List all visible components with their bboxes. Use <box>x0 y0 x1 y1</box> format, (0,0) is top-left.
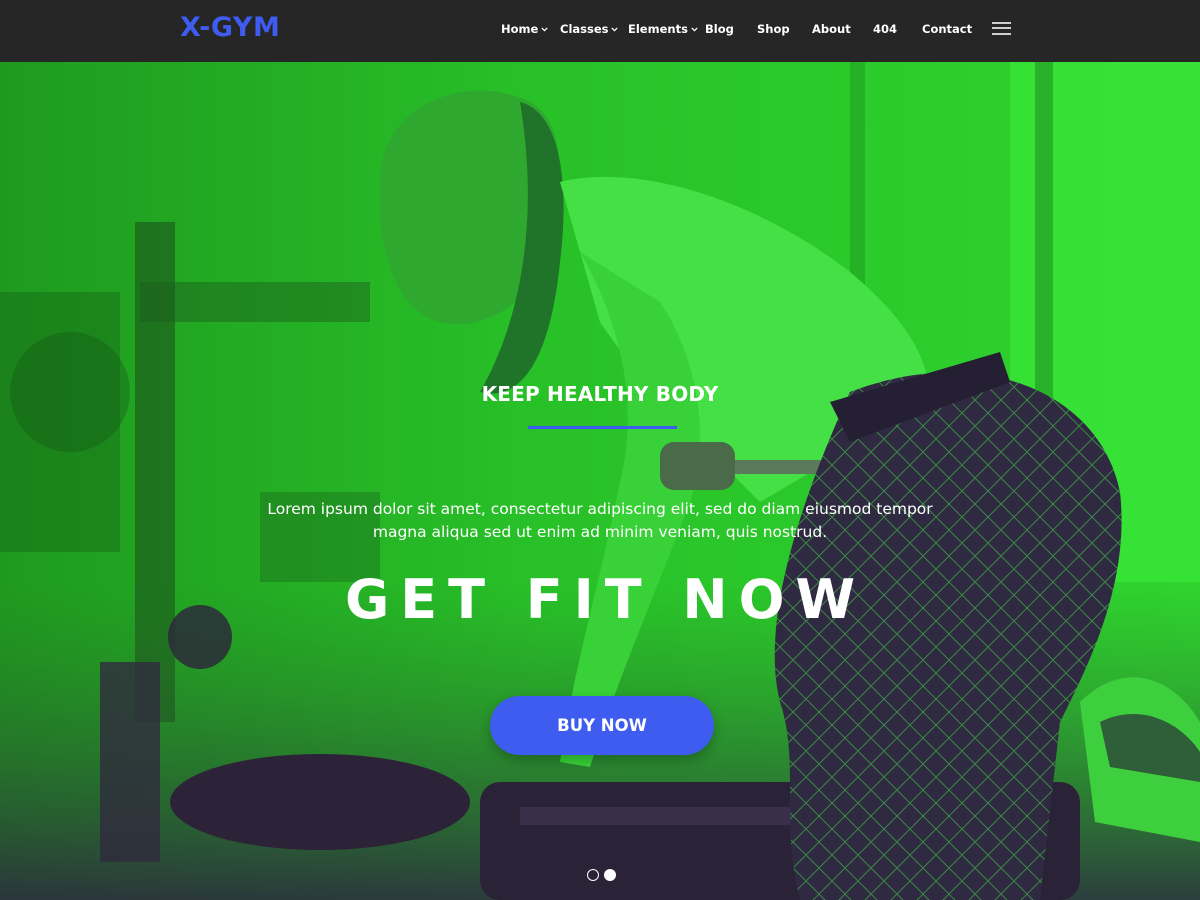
chevron-down-icon <box>691 26 698 32</box>
nav-item-label: Home <box>501 22 539 36</box>
nav-item-elements[interactable]: Elements <box>628 21 698 37</box>
nav-item-contact[interactable]: Contact <box>922 21 972 37</box>
hero-section: KEEP HEALTHY BODY Lorem ipsum dolor sit … <box>0 62 1200 900</box>
nav-item-label: Contact <box>922 22 973 36</box>
hero-kicker: KEEP HEALTHY BODY <box>481 382 719 406</box>
hamburger-menu-icon[interactable] <box>992 21 1011 35</box>
hero-divider <box>528 426 677 429</box>
nav-item-label: Shop <box>757 22 790 36</box>
chevron-down-icon <box>611 26 619 32</box>
nav-item-classes[interactable]: Classes <box>560 21 619 37</box>
buy-now-button[interactable]: BUY NOW <box>490 696 714 755</box>
nav-item-label: Classes <box>560 22 609 36</box>
slide-dot-2[interactable] <box>604 869 616 881</box>
nav-item-label: 404 <box>873 22 898 36</box>
nav-item-blog[interactable]: Blog <box>705 21 734 37</box>
main-nav: Home Classes Elements Blog Shop About 40… <box>0 21 1200 37</box>
hamburger-line <box>992 22 1011 24</box>
site-header: X-GYM Home Classes Elements Blog Shop Ab… <box>0 0 1200 62</box>
hero-background-image <box>0 62 1200 900</box>
nav-item-404[interactable]: 404 <box>873 21 897 37</box>
chevron-down-icon <box>541 26 548 32</box>
hamburger-line <box>992 27 1011 29</box>
nav-item-home[interactable]: Home <box>501 21 548 37</box>
nav-item-label: Elements <box>628 22 688 36</box>
hamburger-line <box>992 33 1011 35</box>
hero-description: Lorem ipsum dolor sit amet, consectetur … <box>267 500 933 541</box>
slide-dot-1[interactable] <box>587 869 599 881</box>
nav-item-about[interactable]: About <box>812 21 851 37</box>
nav-item-shop[interactable]: Shop <box>757 21 790 37</box>
hero-title: GET FIT NOW <box>344 568 867 631</box>
slider-pagination <box>587 869 627 883</box>
nav-item-label: Blog <box>705 22 734 36</box>
nav-item-label: About <box>812 22 851 36</box>
